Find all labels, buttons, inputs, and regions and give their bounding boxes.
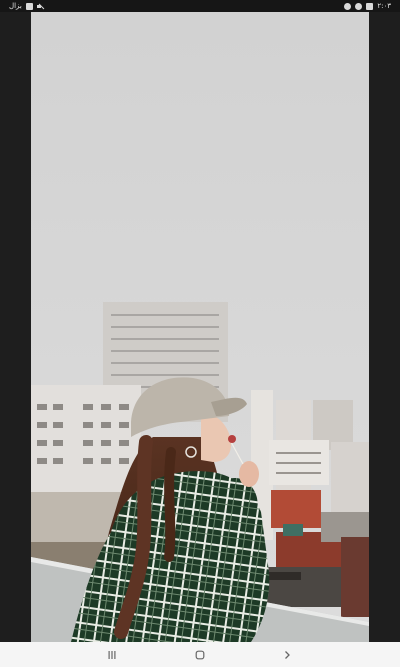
- status-time: ۲:۰۳: [377, 2, 391, 10]
- home-icon: [195, 650, 205, 659]
- woman-rooftop-city-photo: [31, 12, 369, 642]
- status-right-group: ۲:۰۳: [344, 0, 391, 12]
- mute-icon: [36, 3, 44, 10]
- screen: ﺑﺰﺍﻝ ۲:۰۳: [0, 0, 400, 667]
- back-button[interactable]: [267, 642, 307, 667]
- home-button[interactable]: [180, 642, 220, 667]
- notification-icon: [25, 2, 33, 10]
- sync-icon: [355, 2, 363, 10]
- recents-button[interactable]: [92, 642, 132, 667]
- photo-viewer[interactable]: [31, 12, 369, 642]
- navigation-bar: [0, 642, 400, 667]
- status-bar: ﺑﺰﺍﻝ ۲:۰۳: [0, 0, 400, 12]
- status-left-group: ﺑﺰﺍﻝ: [9, 0, 44, 12]
- image-icon: [366, 2, 374, 10]
- recents-icon: [108, 650, 116, 659]
- back-chevron-icon: [285, 650, 290, 659]
- alarm-icon: [344, 2, 352, 10]
- status-left-text: ﺑﺰﺍﻝ: [9, 2, 22, 10]
